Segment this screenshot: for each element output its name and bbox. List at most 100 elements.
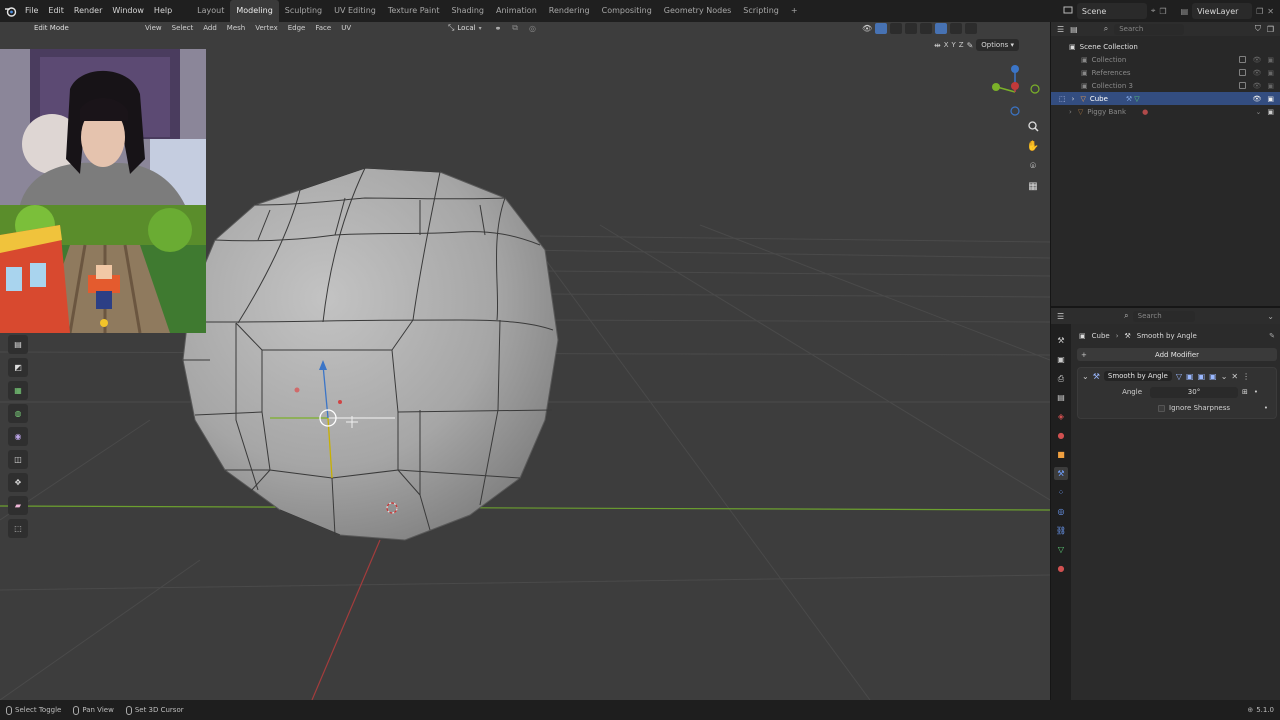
poly-build-tool-button[interactable]: ◉ (8, 427, 28, 446)
tab-modeling[interactable]: Modeling (230, 0, 279, 22)
viewport-toggle-icon[interactable]: ▣ (1198, 372, 1206, 381)
camera-icon[interactable]: ▣ (1267, 56, 1274, 64)
tab-rendering[interactable]: Rendering (543, 0, 596, 22)
new-view-layer-icon[interactable]: ❐ (1256, 7, 1263, 16)
chevron-down-icon[interactable]: ⌄ (1221, 372, 1228, 381)
wrench-icon[interactable]: ✎ (967, 41, 974, 50)
tab-object-icon[interactable]: ■ (1054, 448, 1068, 461)
spin-tool-button[interactable]: ◫ (8, 450, 28, 469)
camera-icon[interactable]: ▣ (1267, 69, 1274, 77)
orientation-dropdown[interactable]: Local (457, 24, 475, 32)
pivot-icon[interactable]: ⚭ (495, 24, 502, 33)
node-socket-icon[interactable]: ⊞ (1242, 388, 1248, 396)
menu-render[interactable]: Render (69, 0, 107, 22)
tab-output-icon[interactable]: ⎙ (1054, 372, 1068, 385)
editor-type-icon[interactable]: ☰ (1057, 312, 1064, 321)
tab-scripting[interactable]: Scripting (737, 0, 785, 22)
menu-mesh[interactable]: Mesh (222, 24, 250, 32)
tab-world-icon[interactable]: ● (1054, 429, 1068, 442)
mirror-icon[interactable]: ⇹ (934, 41, 941, 50)
menu-window[interactable]: Window (107, 0, 149, 22)
eye-icon[interactable]: 👁 (1252, 82, 1261, 90)
exclude-checkbox[interactable] (1239, 81, 1247, 89)
modifier-name-field[interactable]: Smooth by Angle (1103, 371, 1172, 381)
mirror-x-toggle[interactable]: X (944, 41, 949, 49)
keyframe-dot-icon[interactable]: • (1254, 388, 1258, 396)
chevron-down-icon[interactable]: ⌄ (1267, 312, 1274, 321)
tab-constraints-icon[interactable]: ⛓ (1054, 524, 1068, 537)
mirror-z-toggle[interactable]: Z (959, 41, 964, 49)
exclude-checkbox[interactable] (1239, 55, 1247, 63)
chevron-down-icon[interactable]: ▾ (479, 25, 482, 32)
tab-compositing[interactable]: Compositing (596, 0, 658, 22)
menu-select[interactable]: Select (167, 24, 199, 32)
tab-view-layer-icon[interactable]: ▤ (1054, 391, 1068, 404)
cage-toggle-icon[interactable]: ▣ (1186, 372, 1194, 381)
expand-arrow-icon[interactable]: › (1072, 95, 1075, 103)
add-workspace-button[interactable]: + (785, 0, 804, 22)
ortho-grid-icon[interactable]: ▦ (1024, 178, 1042, 194)
pin-icon[interactable]: ⌖ (1151, 6, 1156, 16)
outliner-item-collection-3[interactable]: ▣ Collection 3 👁 ▣ (1051, 79, 1280, 92)
pin-icon[interactable]: ✎ (1269, 332, 1275, 340)
proportional-edit-icon[interactable]: ◎ (529, 24, 536, 33)
expand-arrow-icon[interactable]: › (1069, 108, 1072, 116)
3d-viewport[interactable]: View Select Add Mesh Vertex Edge Face UV… (0, 22, 1050, 700)
tab-data-icon[interactable]: ▽ (1054, 543, 1068, 556)
outliner-item-references[interactable]: ▣ References 👁 ▣ (1051, 66, 1280, 79)
outliner-search-input[interactable]: Search (1114, 23, 1185, 35)
editor-type-icon[interactable]: ☰ (1057, 25, 1064, 34)
edit-mode-toggle-icon[interactable]: ▽ (1176, 372, 1182, 381)
rip-tool-button[interactable]: ⬚ (8, 519, 28, 538)
keyframe-dot-icon[interactable]: • (1264, 404, 1268, 412)
inset-tool-button[interactable]: ▤ (8, 335, 28, 354)
shear-tool-button[interactable]: ▰ (8, 496, 28, 515)
tab-scene-icon[interactable]: ◈ (1054, 410, 1068, 423)
shading-wireframe-button[interactable] (920, 22, 933, 34)
menu-uv[interactable]: UV (336, 24, 356, 32)
chevron-down-icon[interactable]: ⌄ (1256, 108, 1262, 116)
camera-icon[interactable]: ▣ (1267, 108, 1274, 116)
blender-logo-icon[interactable] (0, 0, 20, 22)
collapse-arrow-icon[interactable]: ⌄ (1082, 372, 1089, 381)
smooth-tool-button[interactable]: ✥ (8, 473, 28, 492)
outliner-item-piggy-bank[interactable]: › ▽ Piggy Bank ● ⌄ ▣ (1051, 105, 1280, 118)
eye-icon[interactable]: 👁 (1252, 95, 1261, 103)
loop-cut-tool-button[interactable]: ▦ (8, 381, 28, 400)
tab-layout[interactable]: Layout (191, 0, 230, 22)
menu-add[interactable]: Add (198, 24, 222, 32)
close-icon[interactable]: ✕ (1231, 372, 1238, 381)
view-layer-selector[interactable]: ViewLayer (1192, 3, 1253, 19)
menu-edge[interactable]: Edge (283, 24, 311, 32)
tab-shading[interactable]: Shading (445, 0, 490, 22)
shading-material-button[interactable] (950, 22, 963, 34)
render-toggle-icon[interactable]: ▣ (1209, 372, 1217, 381)
exclude-checkbox[interactable] (1239, 68, 1247, 76)
menu-face[interactable]: Face (310, 24, 336, 32)
ignore-sharpness-checkbox[interactable] (1158, 404, 1165, 412)
overlay-toggle-button[interactable] (890, 22, 903, 34)
menu-view[interactable]: View (140, 24, 167, 32)
knife-tool-button[interactable]: ◍ (8, 404, 28, 423)
camera-icon[interactable]: ▣ (1267, 82, 1274, 90)
mirror-y-toggle[interactable]: Y (952, 41, 956, 49)
bevel-tool-button[interactable]: ◩ (8, 358, 28, 377)
shading-solid-button[interactable] (935, 22, 948, 34)
tab-particles-icon[interactable]: ⁘ (1054, 486, 1068, 499)
tab-uv-editing[interactable]: UV Editing (328, 0, 382, 22)
menu-edit[interactable]: Edit (43, 0, 69, 22)
visibility-icon[interactable]: 👁 (862, 24, 872, 33)
add-modifier-button[interactable]: + Add Modifier (1077, 348, 1277, 361)
menu-help[interactable]: Help (149, 0, 177, 22)
tab-geometry-nodes[interactable]: Geometry Nodes (658, 0, 737, 22)
shading-rendered-button[interactable] (965, 22, 978, 34)
menu-vertex[interactable]: Vertex (250, 24, 283, 32)
new-scene-icon[interactable]: ❐ (1159, 7, 1166, 16)
remove-view-layer-icon[interactable]: ✕ (1267, 7, 1274, 16)
eye-icon[interactable]: 👁 (1252, 56, 1261, 64)
properties-search-input[interactable]: Search (1132, 310, 1195, 322)
gizmo-toggle-button[interactable] (875, 22, 888, 34)
camera-view-icon[interactable]: ⌾ (1024, 158, 1042, 174)
tab-physics-icon[interactable]: ◎ (1054, 505, 1068, 518)
drag-handle-icon[interactable]: ⋮ (1242, 372, 1250, 381)
